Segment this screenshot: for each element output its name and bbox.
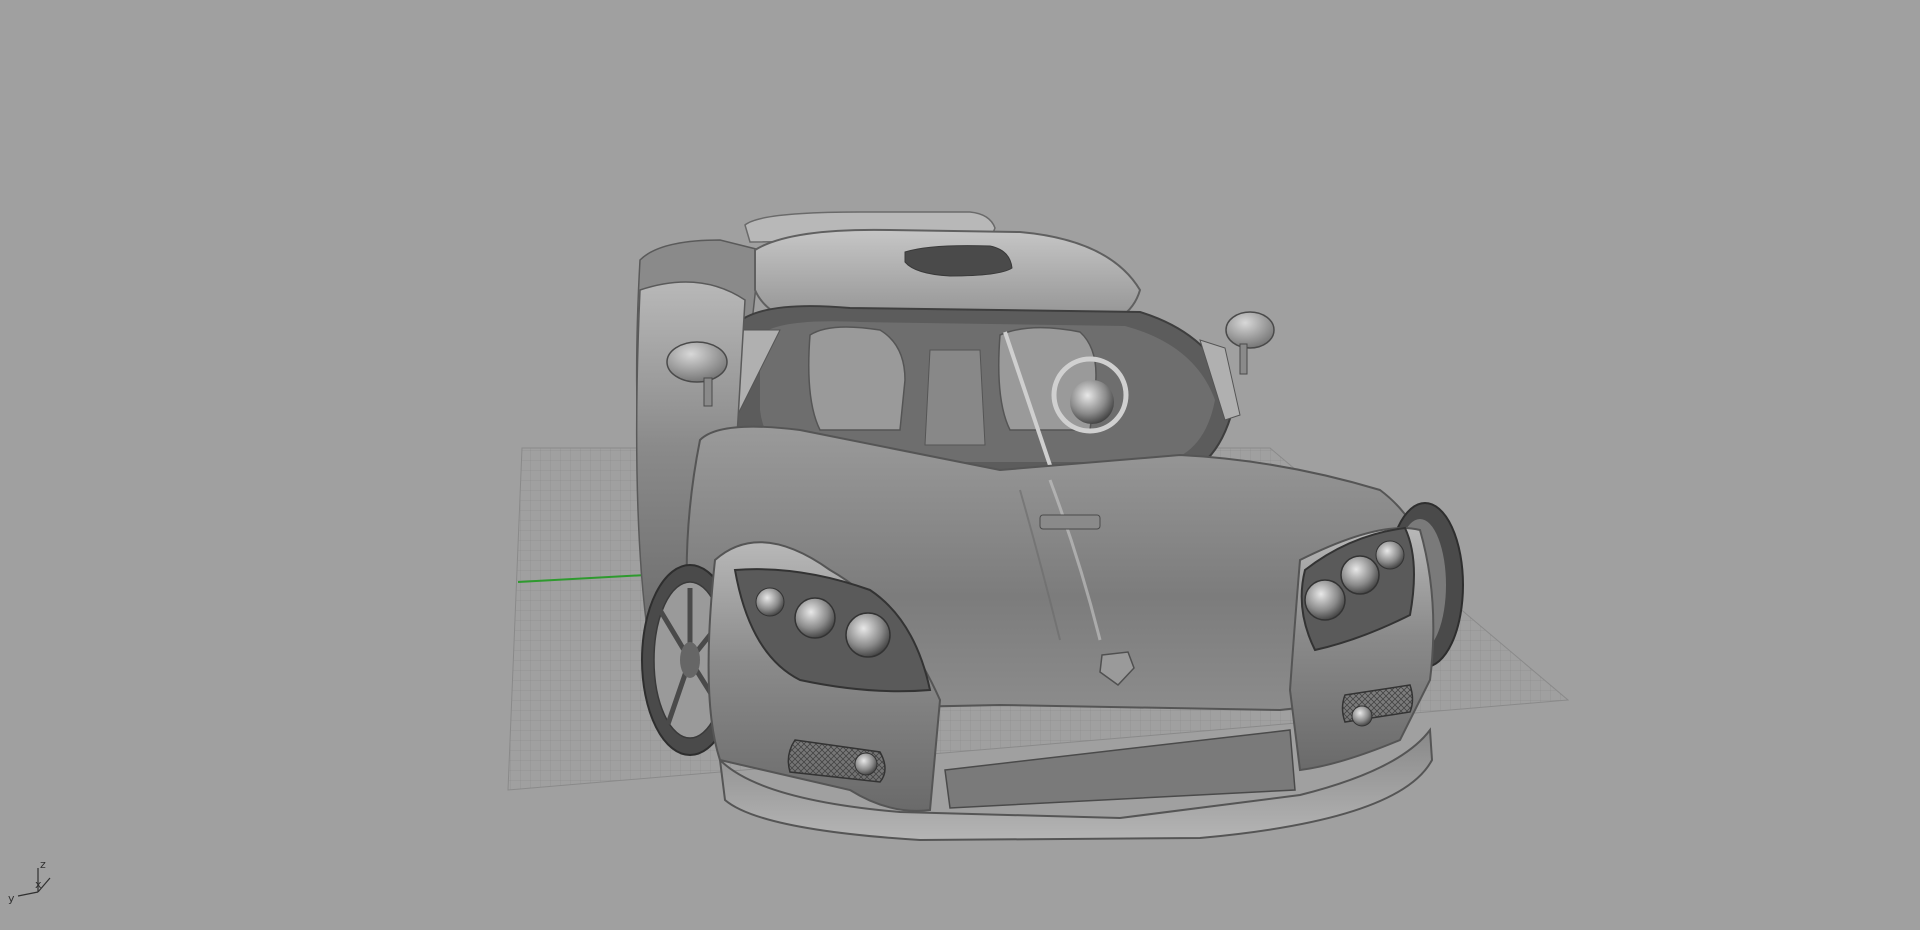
axis-z-label: z — [40, 858, 46, 871]
right-side-mirror — [1225, 311, 1275, 375]
car-seat-left — [808, 326, 906, 431]
axis-y-label: y — [8, 892, 15, 905]
axis-gizmo: z x y — [8, 858, 51, 905]
axis-x-label: x — [35, 878, 42, 891]
hood-emblem-plate — [1039, 514, 1101, 530]
sports-car-model — [635, 211, 1464, 842]
3d-viewport[interactable]: z x y — [0, 0, 1920, 930]
